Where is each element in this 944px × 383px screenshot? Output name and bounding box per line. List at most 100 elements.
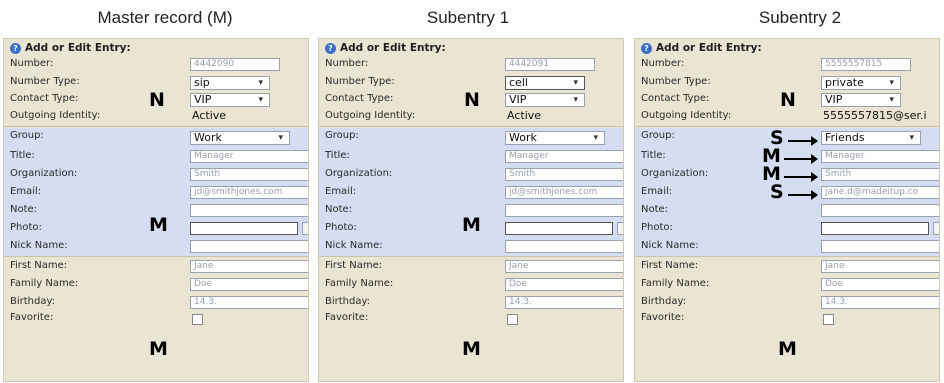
label-organization: Organization: <box>325 168 393 179</box>
first-name-field[interactable]: Jane <box>821 260 939 273</box>
label-number-type: Number Type: <box>641 76 711 87</box>
group-select[interactable]: Work ▾ <box>505 131 605 145</box>
dropdown-arrow-icon: ▾ <box>889 95 894 105</box>
organization-field[interactable]: Smith <box>505 168 623 181</box>
note-field[interactable] <box>505 204 623 217</box>
title-field[interactable]: Manager <box>505 150 623 163</box>
row-first-name: First Name: Jane <box>635 258 939 276</box>
number-type-select[interactable]: sip ▾ <box>190 76 270 90</box>
label-family-name: Family Name: <box>325 278 394 289</box>
note-field[interactable] <box>190 204 308 217</box>
row-favorite: Favorite: <box>319 310 623 328</box>
browse-button[interactable] <box>302 222 308 235</box>
arrow-icon <box>788 136 818 146</box>
label-email: Email: <box>641 186 673 197</box>
organization-field[interactable]: Smith <box>190 168 308 181</box>
dropdown-arrow-icon: ▾ <box>593 133 598 143</box>
first-name-field[interactable]: Jane <box>505 260 623 273</box>
label-nick-name: Nick Name: <box>10 240 68 251</box>
title-field[interactable]: Manager <box>821 150 939 163</box>
marker-n: N <box>149 89 165 111</box>
panel-title: ? Add or Edit Entry: <box>10 42 131 54</box>
family-name-field[interactable]: Doe <box>821 278 939 291</box>
photo-field[interactable] <box>505 222 613 235</box>
organization-field[interactable]: Smith <box>821 168 939 181</box>
master-record-panel: ? Add or Edit Entry: Number: 4442090 Numbe… <box>3 38 309 382</box>
browse-button[interactable] <box>617 222 623 235</box>
label-birthday: Birthday: <box>641 296 687 307</box>
row-nick-name: Nick Name: <box>635 238 939 257</box>
birthday-field[interactable]: 14.3. <box>821 296 939 309</box>
header-master: Master record (M) <box>97 8 233 27</box>
number-field[interactable]: 5555557815 <box>821 58 911 71</box>
label-contact-type: Contact Type: <box>10 93 79 104</box>
number-type-select[interactable]: private ▾ <box>821 76 901 90</box>
row-family-name: Family Name: Doe <box>635 276 939 294</box>
email-field[interactable]: jane.d@madeitup.co <box>821 186 939 199</box>
contact-type-select[interactable]: VIP ▾ <box>505 93 585 107</box>
outgoing-identity-value[interactable]: Active <box>507 109 541 122</box>
dropdown-arrow-icon: ▾ <box>889 78 894 88</box>
row-family-name: Family Name: Doe <box>4 276 308 294</box>
favorite-checkbox[interactable] <box>507 314 518 325</box>
family-name-field[interactable]: Doe <box>505 278 623 291</box>
email-field[interactable]: jd@smithjones.com <box>505 186 623 199</box>
help-icon[interactable]: ? <box>641 42 652 54</box>
label-number: Number: <box>325 58 369 69</box>
number-field[interactable]: 4442091 <box>505 58 595 71</box>
row-number: Number: 4442090 <box>4 56 308 74</box>
favorite-checkbox[interactable] <box>192 314 203 325</box>
label-birthday: Birthday: <box>10 296 56 307</box>
panel-title: ? Add or Edit Entry: <box>325 42 446 54</box>
contact-type-select[interactable]: VIP ▾ <box>190 93 270 107</box>
photo-field[interactable] <box>190 222 298 235</box>
first-name-field[interactable]: Jane <box>190 260 308 273</box>
note-field[interactable] <box>821 204 939 217</box>
contact-type-select[interactable]: VIP ▾ <box>821 93 901 107</box>
label-favorite: Favorite: <box>325 312 369 323</box>
outgoing-identity-value[interactable]: 5555557815@ser.i <box>823 109 927 122</box>
label-family-name: Family Name: <box>10 278 79 289</box>
marker-m: M <box>462 338 481 360</box>
header-subentry-2: Subentry 2 <box>758 8 842 27</box>
help-icon[interactable]: ? <box>10 42 21 54</box>
photo-field[interactable] <box>821 222 929 235</box>
birthday-field[interactable]: 14.3. <box>190 296 308 309</box>
title-field[interactable]: Manager <box>190 150 308 163</box>
row-nick-name: Nick Name: <box>4 238 308 257</box>
label-title: Title: <box>10 150 35 161</box>
nick-name-field[interactable] <box>190 240 308 253</box>
row-title: Title: Manager <box>635 148 939 166</box>
email-field[interactable]: jd@smithjones.com <box>190 186 308 199</box>
birthday-field[interactable]: 14.3. <box>505 296 623 309</box>
group-select[interactable]: Friends ▾ <box>821 131 921 145</box>
label-number: Number: <box>10 58 54 69</box>
help-icon[interactable]: ? <box>325 42 336 54</box>
group-select[interactable]: Work ▾ <box>190 131 290 145</box>
label-number-type: Number Type: <box>10 76 80 87</box>
label-title: Title: <box>325 150 350 161</box>
subentry-2-panel: ? Add or Edit Entry: Number: 5555557815 Nu… <box>634 38 940 382</box>
row-note: Note: <box>635 202 939 220</box>
nick-name-field[interactable] <box>821 240 939 253</box>
browse-button[interactable] <box>933 222 939 235</box>
label-first-name: First Name: <box>325 260 383 271</box>
number-field[interactable]: 4442090 <box>190 58 280 71</box>
row-photo: Photo: <box>635 220 939 238</box>
family-name-field[interactable]: Doe <box>190 278 308 291</box>
row-nick-name: Nick Name: <box>319 238 623 257</box>
row-favorite: Favorite: <box>635 310 939 328</box>
outgoing-identity-value[interactable]: Active <box>192 109 226 122</box>
marker-m: M <box>149 338 168 360</box>
favorite-checkbox[interactable] <box>823 314 834 325</box>
nick-name-field[interactable] <box>505 240 623 253</box>
label-favorite: Favorite: <box>641 312 685 323</box>
label-contact-type: Contact Type: <box>641 93 710 104</box>
label-note: Note: <box>325 204 353 215</box>
label-group: Group: <box>641 130 675 141</box>
marker-s: S <box>770 181 784 203</box>
label-photo: Photo: <box>641 222 673 233</box>
number-type-select[interactable]: cell ▾ <box>505 76 585 90</box>
row-family-name: Family Name: Doe <box>319 276 623 294</box>
label-outgoing-identity: Outgoing Identity: <box>641 110 732 121</box>
